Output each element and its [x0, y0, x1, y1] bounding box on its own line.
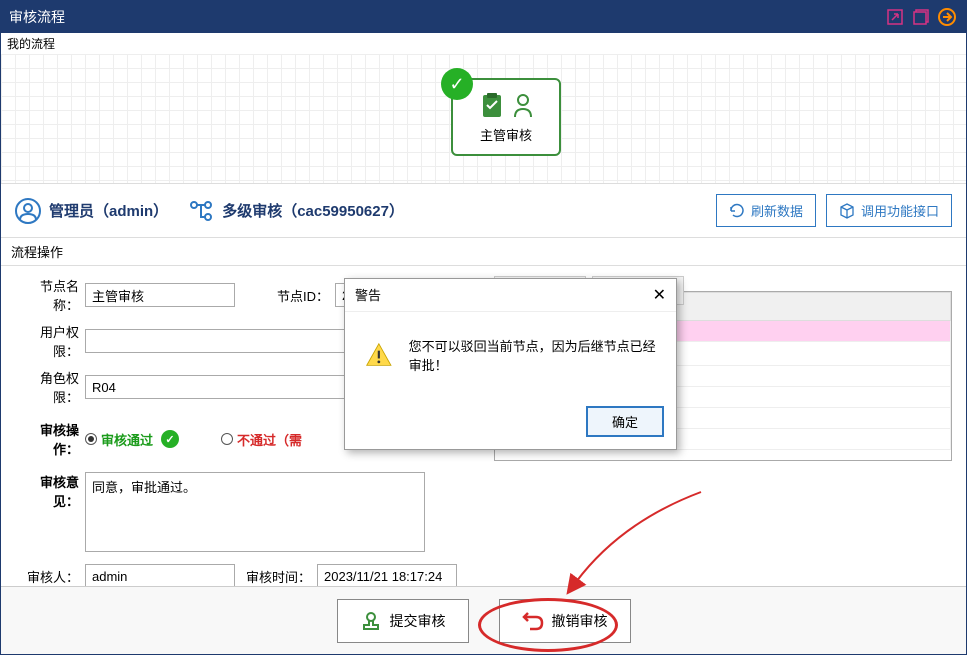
dialog-message: 您不可以驳回当前节点，因为后继节点已经审批！: [409, 336, 656, 374]
node-name-label: 节点名称：: [15, 276, 79, 314]
warning-icon: [365, 339, 393, 371]
ok-button[interactable]: 确定: [586, 406, 664, 437]
role-perm-label: 角色权限：: [15, 368, 79, 406]
titlebar: 审核流程: [1, 1, 966, 33]
submit-button[interactable]: 提交审核: [337, 599, 469, 643]
check-icon: ✓: [441, 68, 473, 100]
invoke-button[interactable]: 调用功能接口: [826, 194, 952, 227]
revoke-button[interactable]: 撤销审核: [499, 599, 631, 643]
titlebar-buttons: [884, 6, 958, 28]
user-label: 管理员（admin）: [49, 200, 168, 221]
user-perm-label: 用户权限：: [15, 322, 79, 360]
close-icon[interactable]: ✕: [653, 285, 666, 305]
info-bar: 管理员（admin） 多级审核（cac59950627） 刷新数据 调用功能接口: [1, 184, 966, 238]
clipboard-icon: [477, 91, 507, 121]
user-info: 管理员（admin）: [15, 198, 168, 224]
refresh-icon: [729, 203, 745, 219]
flow-diagram: ✓ 主管审核: [1, 54, 966, 184]
node-id-label: 节点ID：: [241, 286, 329, 305]
process-info: 多级审核（cac59950627）: [188, 198, 404, 224]
radio-fail[interactable]: 不通过（需: [221, 430, 302, 449]
comment-textarea[interactable]: [85, 472, 425, 552]
stamp-icon: [360, 610, 382, 632]
audit-time-input[interactable]: [317, 564, 457, 588]
auditor-label: 审核人：: [15, 567, 79, 586]
section-title: 流程操作: [1, 238, 966, 266]
subtitle: 我的流程: [1, 33, 966, 54]
check-badge-icon: ✓: [161, 430, 179, 448]
audit-time-label: 审核时间：: [241, 567, 311, 586]
process-label: 多级审核（cac59950627）: [222, 200, 404, 221]
person-icon: [511, 91, 535, 121]
auditor-input[interactable]: [85, 564, 235, 588]
user-icon: [15, 198, 41, 224]
flow-icon: [188, 198, 214, 224]
cube-icon: [839, 203, 855, 219]
flow-node[interactable]: ✓ 主管审核: [451, 78, 561, 156]
exit-icon[interactable]: [936, 6, 958, 28]
comment-label: 审核意见：: [15, 472, 79, 510]
popout-icon[interactable]: [884, 6, 906, 28]
audit-op-label: 审核操作：: [15, 420, 79, 458]
refresh-button[interactable]: 刷新数据: [716, 194, 816, 227]
bottom-bar: 提交审核 撤销审核: [1, 586, 966, 654]
radio-icon: [221, 433, 233, 445]
maximize-icon[interactable]: [910, 6, 932, 28]
warning-dialog: 警告 ✕ 您不可以驳回当前节点，因为后继节点已经审批！ 确定: [344, 278, 677, 450]
node-name-input[interactable]: [85, 283, 235, 307]
radio-icon: [85, 433, 97, 445]
undo-icon: [522, 610, 544, 632]
dialog-title: 警告: [355, 285, 381, 305]
window-title: 审核流程: [9, 7, 65, 27]
flow-node-label: 主管审核: [480, 125, 532, 144]
radio-pass[interactable]: 审核通过 ✓: [85, 430, 179, 449]
